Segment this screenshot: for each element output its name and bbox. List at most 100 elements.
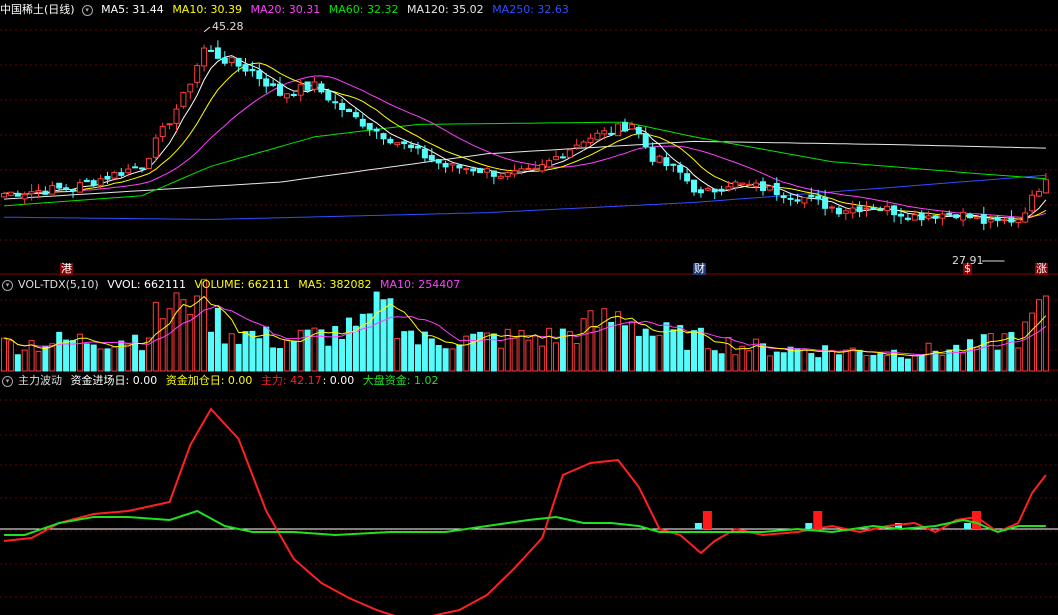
candle-body bbox=[56, 182, 63, 189]
stock-title[interactable]: 中国稀土(日线) bbox=[0, 3, 75, 16]
volume-bar bbox=[1042, 295, 1049, 372]
volume-bar bbox=[221, 343, 228, 372]
volume-bar bbox=[849, 347, 856, 372]
candle-body bbox=[1001, 219, 1008, 222]
candle-body bbox=[1042, 179, 1049, 194]
volume-bar bbox=[553, 342, 559, 372]
entry-signal-bar bbox=[805, 523, 813, 529]
volume-bar bbox=[1022, 321, 1029, 372]
candle-body bbox=[297, 84, 304, 96]
candle-body bbox=[83, 179, 90, 183]
event-tag-finance[interactable]: 财 bbox=[693, 263, 706, 275]
volume-bar bbox=[70, 340, 76, 372]
volume-bar bbox=[484, 332, 490, 372]
candle-body bbox=[256, 70, 263, 80]
candle-body bbox=[642, 132, 649, 147]
volume-bar bbox=[580, 318, 587, 372]
candle-body bbox=[1008, 217, 1015, 223]
candle-body bbox=[994, 216, 1001, 221]
volume-bar bbox=[49, 343, 56, 372]
volume-label: VOLUME: 662111 bbox=[194, 278, 290, 291]
volume-bar bbox=[456, 344, 463, 372]
candle-body bbox=[1022, 212, 1029, 223]
volume-bar bbox=[594, 326, 601, 372]
ma250-line bbox=[3, 174, 1046, 220]
volume-bar bbox=[663, 322, 670, 372]
volume-bar bbox=[904, 358, 911, 372]
candle-body bbox=[484, 168, 490, 173]
volume-bar bbox=[166, 308, 173, 372]
candle-body bbox=[435, 159, 442, 164]
candle-body bbox=[214, 47, 221, 59]
candle-body bbox=[270, 83, 277, 86]
candle-body bbox=[283, 93, 290, 99]
candle-body bbox=[766, 185, 773, 191]
candle-body bbox=[601, 130, 608, 135]
event-tag-rise[interactable]: 涨 bbox=[1035, 263, 1048, 275]
candle-body bbox=[228, 57, 235, 63]
candle-body bbox=[808, 194, 815, 198]
candle-body bbox=[649, 147, 656, 162]
ma60-label: MA60: 32.32 bbox=[328, 3, 399, 16]
candle-body bbox=[608, 132, 615, 135]
candle-body bbox=[125, 168, 132, 174]
candle-body bbox=[159, 125, 166, 137]
candle-body bbox=[863, 207, 870, 210]
candle-body bbox=[697, 189, 704, 194]
candle-body bbox=[277, 83, 283, 96]
candle-body bbox=[318, 83, 325, 93]
volume-bar bbox=[525, 339, 532, 372]
candle-body bbox=[352, 112, 359, 118]
candle-body bbox=[566, 149, 573, 158]
volume-bar bbox=[511, 337, 518, 372]
candle-body bbox=[594, 132, 601, 141]
flow-title[interactable]: 主力波动 bbox=[18, 374, 62, 387]
volume-bar bbox=[994, 349, 1001, 372]
candle-body bbox=[249, 68, 256, 72]
settings-circle-icon[interactable]: ▾ bbox=[2, 279, 13, 291]
candle-body bbox=[615, 123, 622, 137]
candle-body bbox=[898, 213, 904, 217]
volume-bar bbox=[628, 321, 635, 372]
volume-bar bbox=[497, 347, 504, 372]
volume-bar bbox=[794, 348, 801, 372]
vvol-label: VVOL: 662111 bbox=[107, 278, 187, 291]
volume-bar bbox=[83, 343, 90, 372]
settings-circle-icon[interactable]: ▾ bbox=[2, 375, 13, 387]
candle-body bbox=[1029, 194, 1036, 212]
settings-circle-icon[interactable]: ▾ bbox=[81, 4, 93, 16]
volume-title[interactable]: VOL-TDX(5,10) bbox=[18, 278, 99, 291]
candle-body bbox=[63, 187, 70, 190]
volume-bar bbox=[235, 343, 242, 372]
candle-body bbox=[760, 181, 766, 192]
candle-body bbox=[1036, 190, 1042, 197]
candle-body bbox=[546, 160, 553, 168]
candle-body bbox=[339, 103, 346, 111]
volume-bar bbox=[573, 342, 580, 372]
event-tag-hk[interactable]: 港 bbox=[60, 263, 73, 275]
volume-bar bbox=[180, 299, 187, 372]
flow-panel-header: ▾ 主力波动 资金进场日: 0.00 资金加仓日: 0.00 主力: 42.17:… bbox=[0, 373, 444, 389]
candle-body bbox=[14, 192, 21, 197]
volume-bar bbox=[297, 329, 304, 372]
volume-bar bbox=[870, 354, 877, 372]
volume-bar bbox=[346, 317, 352, 372]
candle-body bbox=[7, 191, 14, 196]
volume-bar bbox=[394, 337, 401, 372]
candle-body bbox=[925, 215, 932, 219]
volume-bar bbox=[463, 335, 470, 372]
candle-body bbox=[691, 179, 697, 193]
candle-body bbox=[746, 183, 753, 186]
candle-body bbox=[504, 172, 511, 177]
volume-bar bbox=[670, 329, 677, 372]
candle-body bbox=[1015, 219, 1022, 223]
candle-body bbox=[628, 124, 635, 130]
candle-body bbox=[980, 214, 987, 224]
candle-body bbox=[884, 205, 891, 212]
volume-bar bbox=[766, 355, 773, 372]
volume-bar bbox=[842, 349, 849, 372]
volume-bar bbox=[21, 349, 28, 372]
candle-body bbox=[394, 142, 401, 146]
volume-bar bbox=[373, 291, 380, 372]
candle-body bbox=[711, 188, 718, 193]
